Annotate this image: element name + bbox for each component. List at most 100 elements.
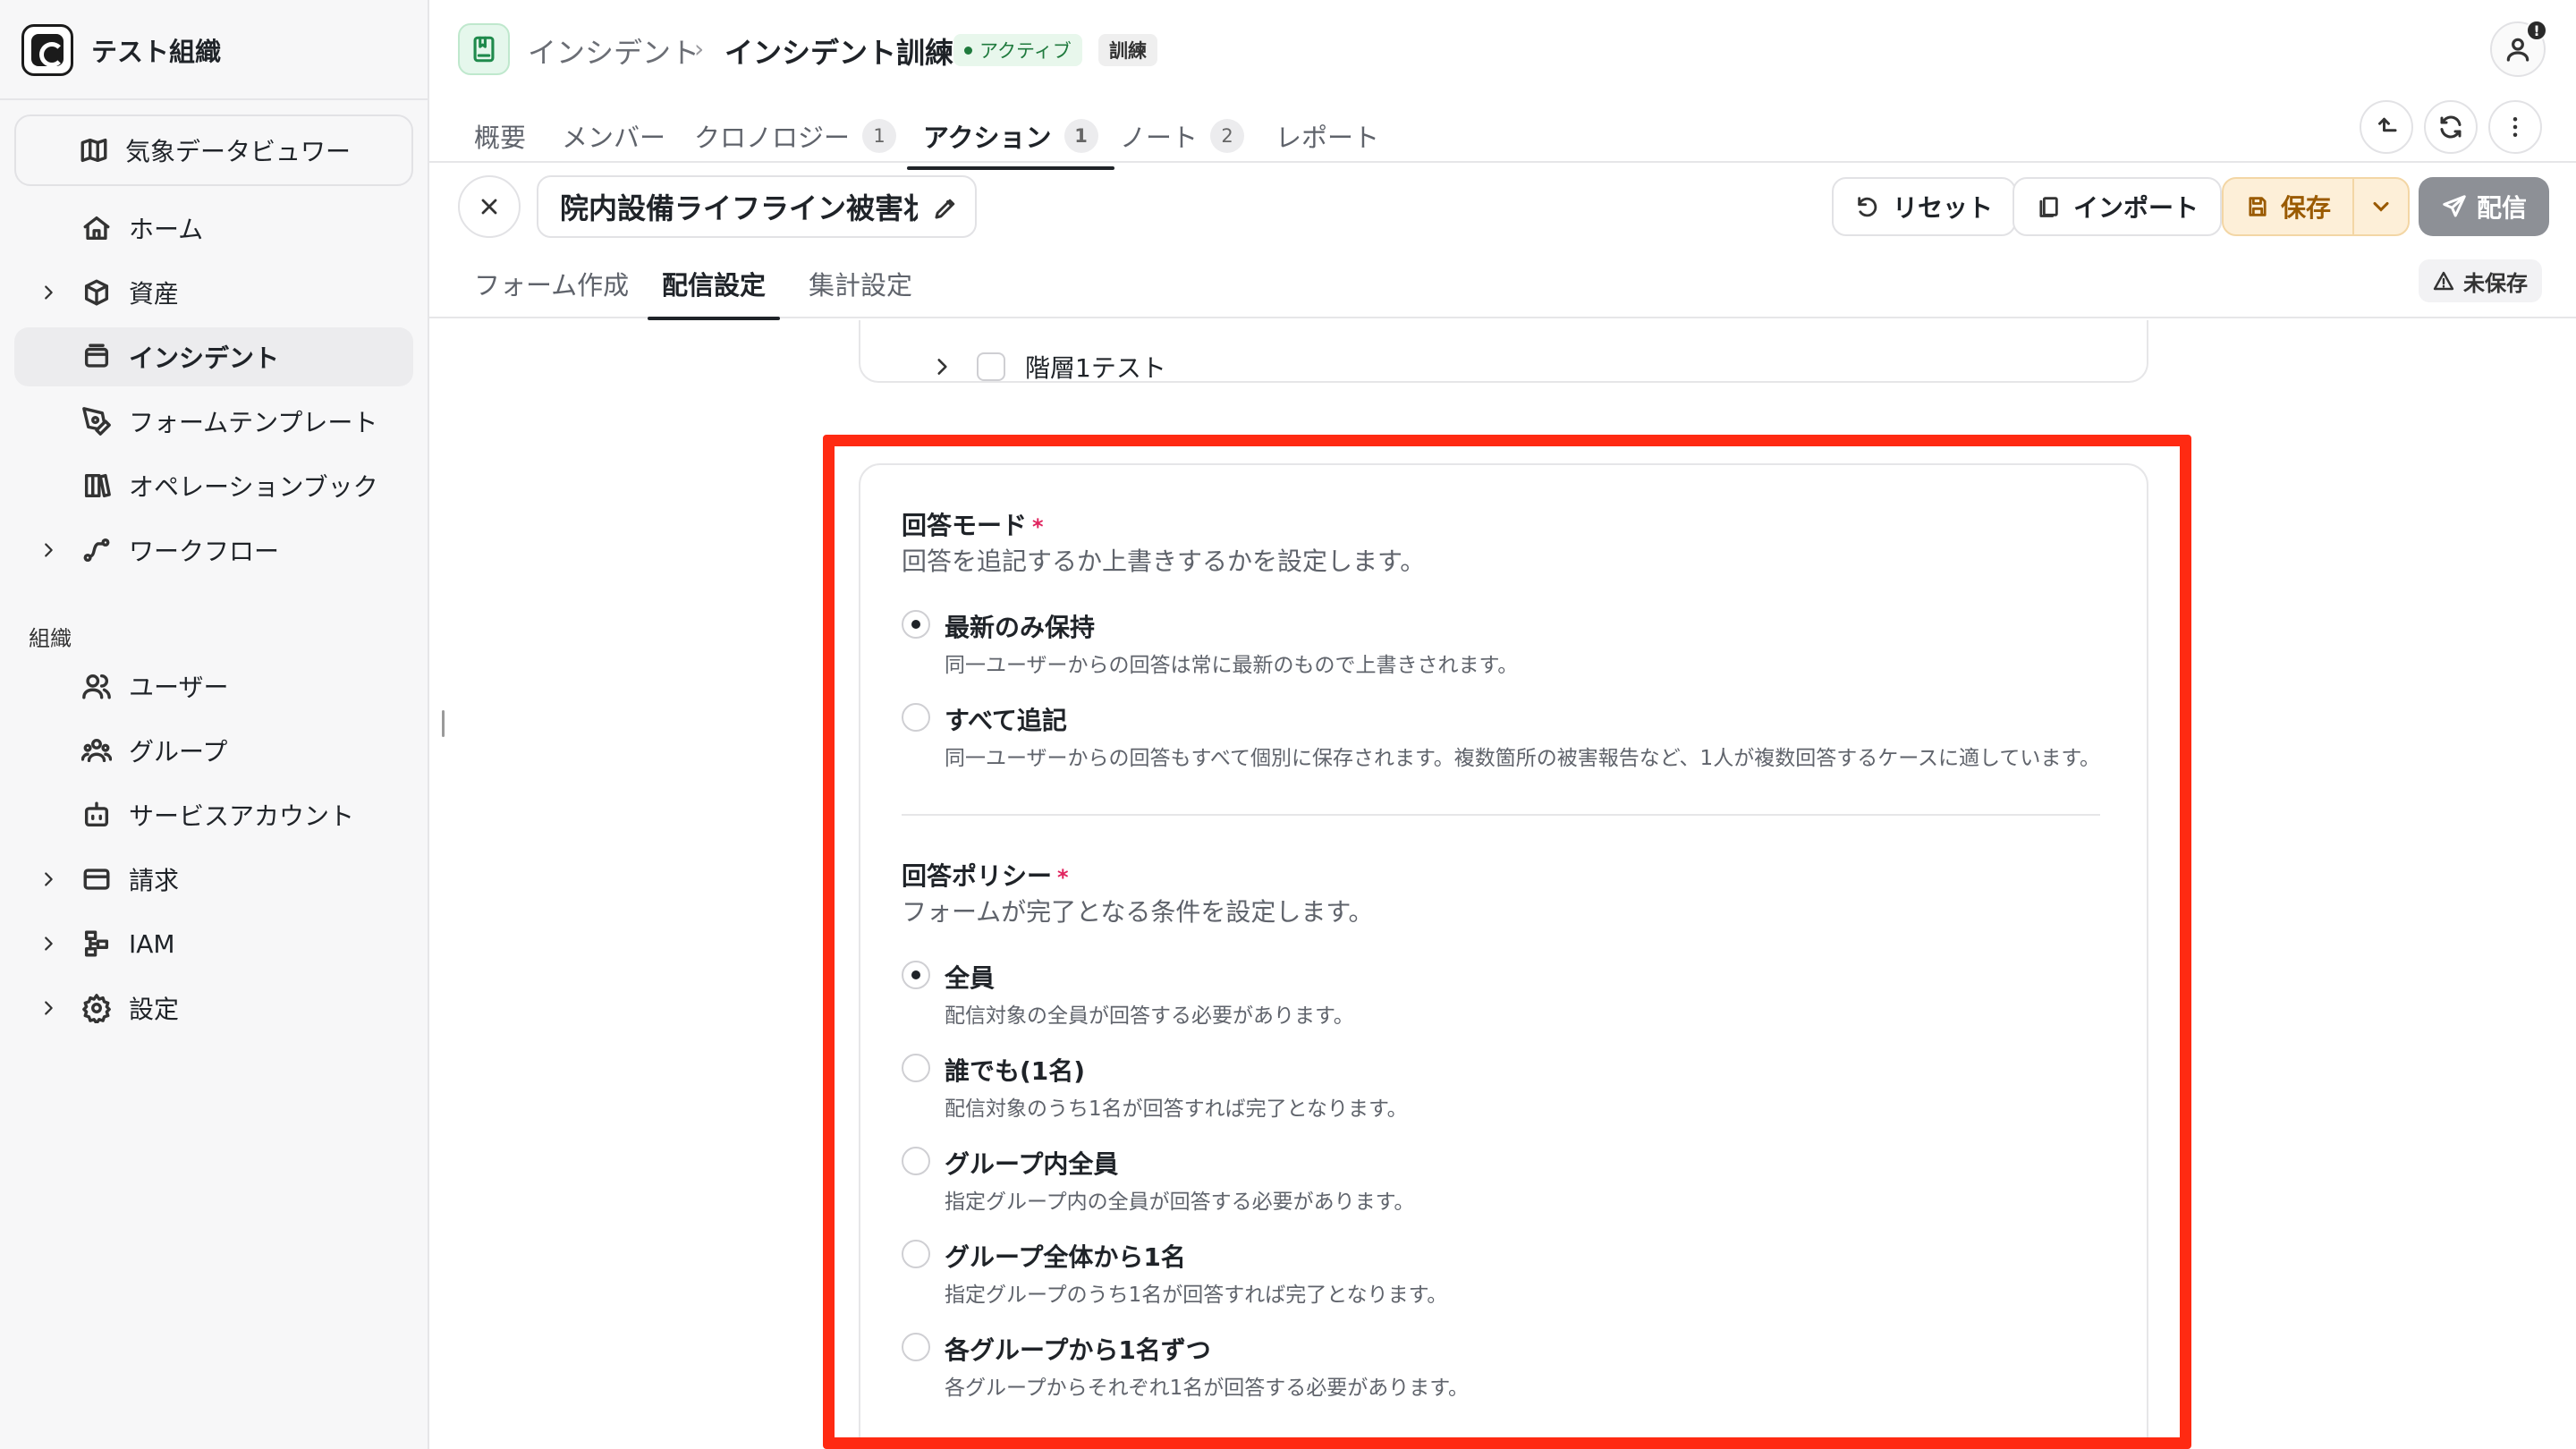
subtab-delivery-settings[interactable]: 配信設定 [647, 265, 781, 320]
tab-label: アクション [923, 123, 1052, 153]
save-button[interactable]: 保存 [2224, 179, 2354, 234]
chevron-right-icon [45, 285, 53, 300]
option-description: 配信対象の全員が回答する必要があります。 [945, 1004, 1354, 1028]
radio-button[interactable] [902, 610, 930, 639]
unsaved-label: 未保存 [2463, 270, 2528, 296]
tab-label: クロノロジー [694, 123, 851, 153]
tab-notes[interactable]: ノート 2 [1120, 111, 1245, 161]
more-menu-button[interactable] [2488, 100, 2542, 154]
refresh-button[interactable] [2424, 100, 2478, 154]
sidebar-item-label: ワークフロー [129, 537, 280, 566]
sidebar-item-label: IAM [129, 928, 175, 959]
tab-label: メンバー [562, 123, 666, 153]
option-description: 各グループからそれぞれ1名が回答する必要があります。 [945, 1377, 1469, 1400]
breadcrumb-current: インシデント訓練 [724, 36, 954, 70]
radio-button[interactable] [902, 1054, 930, 1082]
deliver-label: 配信 [2476, 193, 2527, 223]
wallet-icon [83, 869, 110, 890]
type-badge: 訓練 [1098, 34, 1157, 66]
sidebar-item-label: フォームテンプレート [129, 408, 378, 437]
radio-button[interactable] [902, 1333, 930, 1361]
import-label: インポート [2073, 193, 2199, 223]
tab-count-badge: 1 [862, 119, 897, 153]
radio-button[interactable] [902, 703, 930, 732]
required-mark: * [1032, 514, 1044, 539]
radio-button[interactable] [902, 961, 930, 989]
incident-book-icon [458, 23, 510, 75]
sidebar-item-operation-books[interactable]: オペレーションブック [14, 456, 413, 515]
tree-item-checkbox[interactable] [977, 352, 1005, 381]
sidebar-item-assets[interactable]: 資産 [14, 263, 413, 322]
sidebar-item-label: ホーム [129, 215, 204, 244]
option-label: グループ内全員 [945, 1149, 1119, 1179]
unsaved-indicator: 未保存 [2419, 259, 2542, 302]
section-divider [902, 814, 2100, 816]
required-mark: * [1057, 865, 1069, 890]
chevron-right-icon [45, 872, 53, 886]
tab-report[interactable]: レポート [1275, 111, 1379, 161]
save-icon [2249, 197, 2267, 216]
sidebar-item-workflow[interactable]: ワークフロー [14, 521, 413, 580]
upload-button[interactable] [2360, 100, 2413, 154]
tab-chronology[interactable]: クロノロジー 1 [694, 111, 897, 161]
sidebar: テスト組織 気象データビュワー ホーム 資産 インシデント フォームテンプレート… [0, 0, 429, 1449]
org-switcher[interactable]: テスト組織 [21, 23, 221, 77]
sidebar-item-groups[interactable]: グループ [14, 721, 413, 780]
workflow-icon [83, 538, 110, 563]
home-icon [83, 216, 110, 241]
chevron-right-icon [45, 936, 53, 951]
answer-mode-title-text: 回答モード [902, 511, 1028, 540]
reset-button[interactable]: リセット [1832, 177, 2017, 236]
radio-button[interactable] [902, 1240, 930, 1268]
more-vertical-icon [2512, 117, 2518, 137]
chevron-down-icon [2373, 201, 2389, 212]
option-label: 誰でも(1名) [945, 1056, 1086, 1086]
sidebar-item-home[interactable]: ホーム [14, 199, 413, 258]
refresh-icon [2440, 115, 2462, 139]
main-panel: インシデント › インシデント訓練 アクティブ 訓練 ! 概要 メンバー クロノ… [429, 0, 2576, 1449]
tab-actions[interactable]: アクション 1 [907, 107, 1114, 170]
bot-icon [84, 801, 109, 827]
incident-tabs: 概要 メンバー クロノロジー 1 アクション 1 ノート 2 レポート [429, 98, 2576, 170]
status-badge-label: アクティブ [979, 40, 1072, 62]
deliver-button[interactable]: 配信 [2419, 177, 2549, 236]
tree-item: 階層1テスト [930, 349, 1166, 385]
edit-pencil-icon[interactable] [932, 195, 959, 222]
reset-label: リセット [1893, 193, 1994, 223]
import-button[interactable]: インポート [2012, 177, 2223, 236]
tab-overview[interactable]: 概要 [474, 111, 526, 161]
option-label: すべて追記 [945, 706, 1067, 735]
chevron-right-icon[interactable] [930, 355, 953, 378]
user-icon [2506, 38, 2529, 62]
form-title-field[interactable]: 院内設備ライフライン被害状況 [537, 175, 977, 238]
org-name: テスト組織 [91, 37, 222, 67]
gear-icon [82, 994, 111, 1023]
user-avatar-button[interactable]: ! [2490, 20, 2547, 77]
sidebar-item-users[interactable]: ユーザー [14, 657, 413, 716]
tab-members[interactable]: メンバー [562, 111, 665, 161]
subtab-aggregation-settings[interactable]: 集計設定 [809, 265, 912, 302]
sidebar-item-incidents[interactable]: インシデント [14, 327, 413, 386]
tree-item-label: 階層1テスト [1025, 353, 1166, 383]
status-badge: アクティブ [953, 34, 1082, 66]
radio-button[interactable] [902, 1147, 930, 1175]
sidebar-item-settings[interactable]: 設定 [14, 979, 413, 1038]
notification-badge: ! [2526, 20, 2547, 41]
sidebar-item-form-templates[interactable]: フォームテンプレート [14, 392, 413, 451]
weather-viewer-label: 気象データビュワー [125, 137, 352, 166]
sidebar-item-label: サービスアカウント [129, 801, 355, 831]
sidebar-item-label: ユーザー [129, 673, 229, 702]
tab-label: ノート [1120, 123, 1199, 153]
close-form-button[interactable] [458, 175, 521, 238]
subtab-form-builder[interactable]: フォーム作成 [474, 265, 629, 302]
save-options-dropdown[interactable] [2354, 194, 2408, 219]
books-icon [84, 473, 111, 498]
weather-viewer-button[interactable]: 気象データビュワー [14, 114, 413, 186]
sidebar-item-iam[interactable]: IAM [14, 914, 413, 973]
copy-icon [2039, 197, 2058, 217]
sidebar-item-label: 資産 [129, 279, 180, 309]
breadcrumb-parent[interactable]: インシデント [528, 30, 699, 72]
sidebar-item-billing[interactable]: 請求 [14, 850, 413, 909]
sidebar-item-service-accounts[interactable]: サービスアカウント [14, 785, 413, 844]
save-label: 保存 [2281, 193, 2332, 223]
